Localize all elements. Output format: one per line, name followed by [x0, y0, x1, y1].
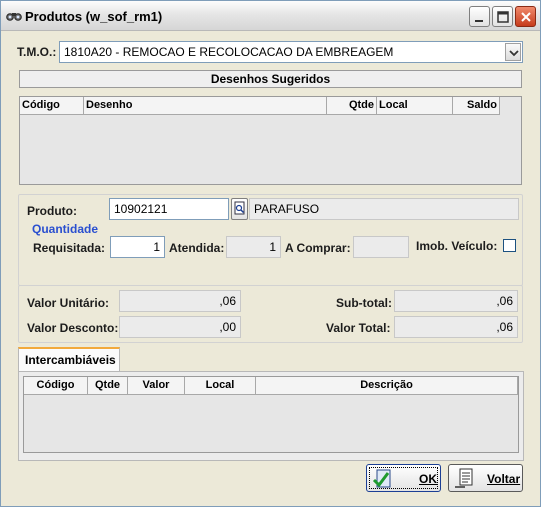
- produto-name-field: PARAFUSO: [249, 198, 519, 220]
- produto-search-button[interactable]: [231, 198, 248, 220]
- ok-button-label: OK: [419, 472, 437, 486]
- binoculars-icon: [6, 13, 22, 21]
- tmo-label: T.M.O.:: [17, 45, 57, 59]
- atendida-label: Atendida:: [169, 241, 225, 255]
- chevron-down-icon: [509, 50, 519, 57]
- tmo-value: 1810A20 - REMOCAO E RECOLOCACAO DA EMBRE…: [64, 45, 394, 59]
- imob-veiculo-checkbox[interactable]: [503, 239, 516, 252]
- voltar-button-label: Voltar: [487, 472, 521, 486]
- list-back-icon: [455, 468, 473, 488]
- subtotal-label: Sub-total:: [336, 296, 392, 310]
- produtos-window: Produtos (w_sof_rm1) T.M.O.: 1810A20 - R…: [0, 0, 541, 507]
- col-codigo[interactable]: Código: [20, 97, 84, 115]
- col-qtde[interactable]: Qtde: [327, 97, 377, 115]
- minimize-icon: [475, 20, 483, 22]
- quantidade-title: Quantidade: [32, 222, 99, 236]
- voltar-button[interactable]: Voltar: [448, 464, 523, 492]
- col-qtde[interactable]: Qtde: [88, 377, 128, 395]
- valor-desconto-field: ,00: [119, 316, 241, 338]
- window-title: Produtos (w_sof_rm1): [25, 9, 163, 24]
- col-valor[interactable]: Valor: [128, 377, 185, 395]
- requisitada-input[interactable]: 1: [110, 236, 165, 258]
- col-saldo[interactable]: Saldo: [453, 97, 500, 115]
- tab-intercambiaveis[interactable]: Intercambiáveis: [18, 347, 120, 372]
- col-local[interactable]: Local: [185, 377, 256, 395]
- tmo-dropdown-button[interactable]: [505, 43, 521, 61]
- maximize-button[interactable]: [492, 6, 513, 27]
- produto-code-input[interactable]: 10902121: [109, 198, 229, 220]
- col-descricao[interactable]: Descrição: [256, 377, 518, 395]
- ok-button[interactable]: OK: [366, 464, 441, 492]
- atendida-field: 1: [226, 236, 281, 258]
- check-doc-icon: [372, 469, 391, 488]
- minimize-button[interactable]: [469, 6, 490, 27]
- produto-label: Produto:: [27, 204, 77, 218]
- desenhos-sugeridos-header: Desenhos Sugeridos: [19, 70, 522, 88]
- valor-desconto-label: Valor Desconto:: [27, 321, 119, 335]
- close-button[interactable]: [515, 6, 536, 27]
- subtotal-field: ,06: [394, 290, 518, 312]
- close-icon: [521, 12, 531, 22]
- desenhos-grid[interactable]: Código Desenho Qtde Local Saldo: [19, 96, 522, 185]
- valor-total-label: Valor Total:: [326, 321, 391, 335]
- title-bar[interactable]: Produtos (w_sof_rm1): [1, 1, 540, 31]
- imob-veiculo-label: Imob. Veículo:: [416, 239, 498, 253]
- a-comprar-field: [353, 236, 409, 258]
- tmo-select[interactable]: 1810A20 - REMOCAO E RECOLOCACAO DA EMBRE…: [59, 41, 523, 63]
- col-codigo[interactable]: Código: [24, 377, 88, 395]
- valor-total-field: ,06: [394, 316, 518, 338]
- requisitada-label: Requisitada:: [33, 241, 106, 255]
- maximize-icon: [497, 11, 509, 23]
- search-doc-icon: [234, 201, 245, 215]
- intercambiaveis-grid[interactable]: Código Qtde Valor Local Descrição: [23, 376, 519, 453]
- valor-unitario-field: ,06: [119, 290, 241, 312]
- valor-unitario-label: Valor Unitário:: [27, 296, 110, 310]
- col-local[interactable]: Local: [377, 97, 453, 115]
- col-desenho[interactable]: Desenho: [84, 97, 327, 115]
- a-comprar-label: A Comprar:: [285, 241, 351, 255]
- intercambiaveis-panel: Código Qtde Valor Local Descrição: [18, 371, 524, 461]
